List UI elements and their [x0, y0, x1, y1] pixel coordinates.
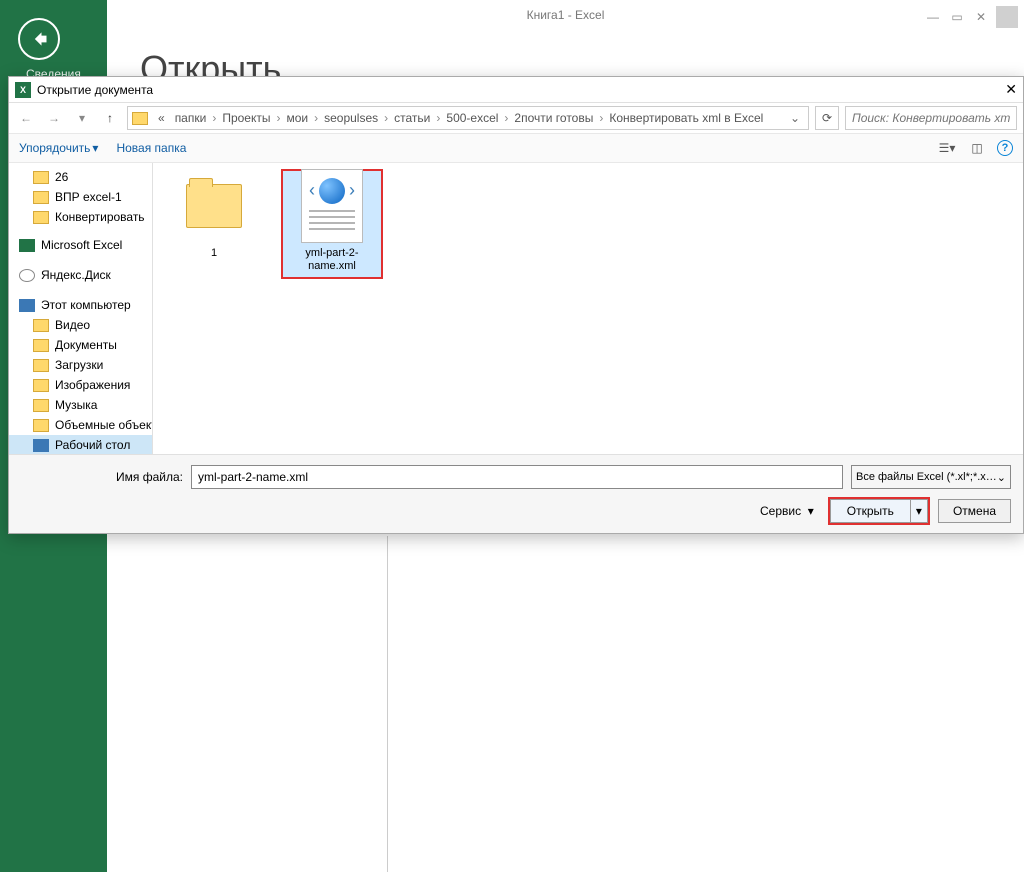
- folder-icon: [33, 171, 49, 184]
- search-input[interactable]: [845, 106, 1017, 130]
- open-dropdown-icon[interactable]: ▾: [910, 499, 928, 523]
- back-button[interactable]: [18, 18, 60, 60]
- nav-up-icon[interactable]: ↑: [99, 111, 121, 125]
- folder-icon: [33, 419, 49, 432]
- folder-icon: [33, 191, 49, 204]
- sidebar-item-excel[interactable]: Microsoft Excel: [9, 235, 152, 255]
- nav-forward-icon: →: [43, 111, 65, 125]
- sidebar-item-music[interactable]: Музыка: [9, 395, 152, 415]
- preview-pane-icon[interactable]: ◫: [967, 139, 987, 157]
- excel-icon: X: [15, 82, 31, 98]
- chevron-down-icon: ⌄: [997, 471, 1006, 484]
- tools-menu[interactable]: Сервис ▾: [760, 504, 814, 518]
- breadcrumb-item[interactable]: мои: [282, 111, 312, 125]
- help-icon[interactable]: ?: [997, 140, 1013, 156]
- file-tile-xml[interactable]: yml-part-2-name.xml: [283, 171, 381, 277]
- window-close-icon[interactable]: ✕: [972, 10, 990, 24]
- sidebar-item-desktop[interactable]: Рабочий стол: [9, 435, 152, 454]
- folder-icon: [33, 399, 49, 412]
- desktop-icon: [33, 439, 49, 452]
- new-folder-button[interactable]: Новая папка: [116, 141, 186, 155]
- file-list[interactable]: 1 yml-part-2-name.xml: [153, 163, 1023, 454]
- sidebar-item-folder[interactable]: Конвертировать: [9, 207, 152, 227]
- xml-file-icon: [301, 169, 363, 243]
- file-name: yml-part-2-name.xml: [287, 247, 377, 273]
- sidebar-item-this-pc[interactable]: Этот компьютер: [9, 295, 152, 315]
- breadcrumb-item[interactable]: папки: [171, 111, 211, 125]
- breadcrumb[interactable]: « папки› Проекты› мои› seopulses› статьи…: [127, 106, 809, 130]
- sidebar-item-pictures[interactable]: Изображения: [9, 375, 152, 395]
- nav-back-icon[interactable]: ←: [15, 111, 37, 125]
- cloud-icon: [19, 269, 35, 282]
- file-type-select[interactable]: Все файлы Excel (*.xl*;*.xlsx;*.xlsm;*.x…: [851, 465, 1011, 489]
- breadcrumb-item[interactable]: Конвертировать xml в Excel: [605, 111, 767, 125]
- window-restore-icon[interactable]: ▭: [948, 10, 966, 24]
- cancel-button[interactable]: Отмена: [938, 499, 1011, 523]
- sidebar-item-folder[interactable]: 26: [9, 167, 152, 187]
- folder-icon: [33, 319, 49, 332]
- folder-icon: [33, 339, 49, 352]
- breadcrumb-item[interactable]: seopulses: [320, 111, 382, 125]
- open-button[interactable]: Открыть ▾: [830, 499, 928, 523]
- window-minimize-icon[interactable]: —: [924, 10, 942, 24]
- breadcrumb-item[interactable]: 500-excel: [442, 111, 502, 125]
- folder-icon: [33, 379, 49, 392]
- sidebar-item-downloads[interactable]: Загрузки: [9, 355, 152, 375]
- app-title: Книга1 - Excel: [527, 8, 605, 22]
- sidebar-item-3d-objects[interactable]: Объемные объекты: [9, 415, 152, 435]
- sidebar-item-yandex-disk[interactable]: Яндекс.Диск: [9, 265, 152, 285]
- dialog-title: Открытие документа: [37, 83, 153, 97]
- folder-icon: [186, 184, 242, 228]
- refresh-icon[interactable]: ⟳: [815, 106, 839, 130]
- pc-icon: [19, 299, 35, 312]
- breadcrumb-prefix[interactable]: «: [154, 111, 169, 125]
- filename-label: Имя файла:: [9, 470, 183, 484]
- organize-menu[interactable]: Упорядочить▾: [19, 141, 98, 155]
- file-name: 1: [211, 247, 217, 260]
- user-avatar[interactable]: [996, 6, 1018, 28]
- breadcrumb-item[interactable]: 2почти готовы: [510, 111, 597, 125]
- nav-recent-icon[interactable]: ▾: [71, 111, 93, 125]
- folder-icon: [33, 359, 49, 372]
- navigation-pane[interactable]: 26 ВПР excel-1 Конвертировать Microsoft …: [9, 163, 153, 454]
- excel-icon: [19, 239, 35, 252]
- breadcrumb-dropdown-icon[interactable]: ⌄: [786, 111, 804, 125]
- file-tile-folder[interactable]: 1: [165, 171, 263, 260]
- breadcrumb-item[interactable]: статьи: [390, 111, 434, 125]
- folder-icon: [33, 211, 49, 224]
- view-options-icon[interactable]: ☰▾: [937, 139, 957, 157]
- sidebar-item-documents[interactable]: Документы: [9, 335, 152, 355]
- filename-input[interactable]: [191, 465, 843, 489]
- sidebar-item-folder[interactable]: ВПР excel-1: [9, 187, 152, 207]
- folder-icon: [132, 112, 148, 125]
- open-file-dialog: X Открытие документа ✕ ← → ▾ ↑ « папки› …: [8, 76, 1024, 534]
- sidebar-item-videos[interactable]: Видео: [9, 315, 152, 335]
- vertical-divider: [387, 536, 388, 872]
- dialog-close-icon[interactable]: ✕: [1005, 81, 1017, 98]
- breadcrumb-item[interactable]: Проекты: [218, 111, 274, 125]
